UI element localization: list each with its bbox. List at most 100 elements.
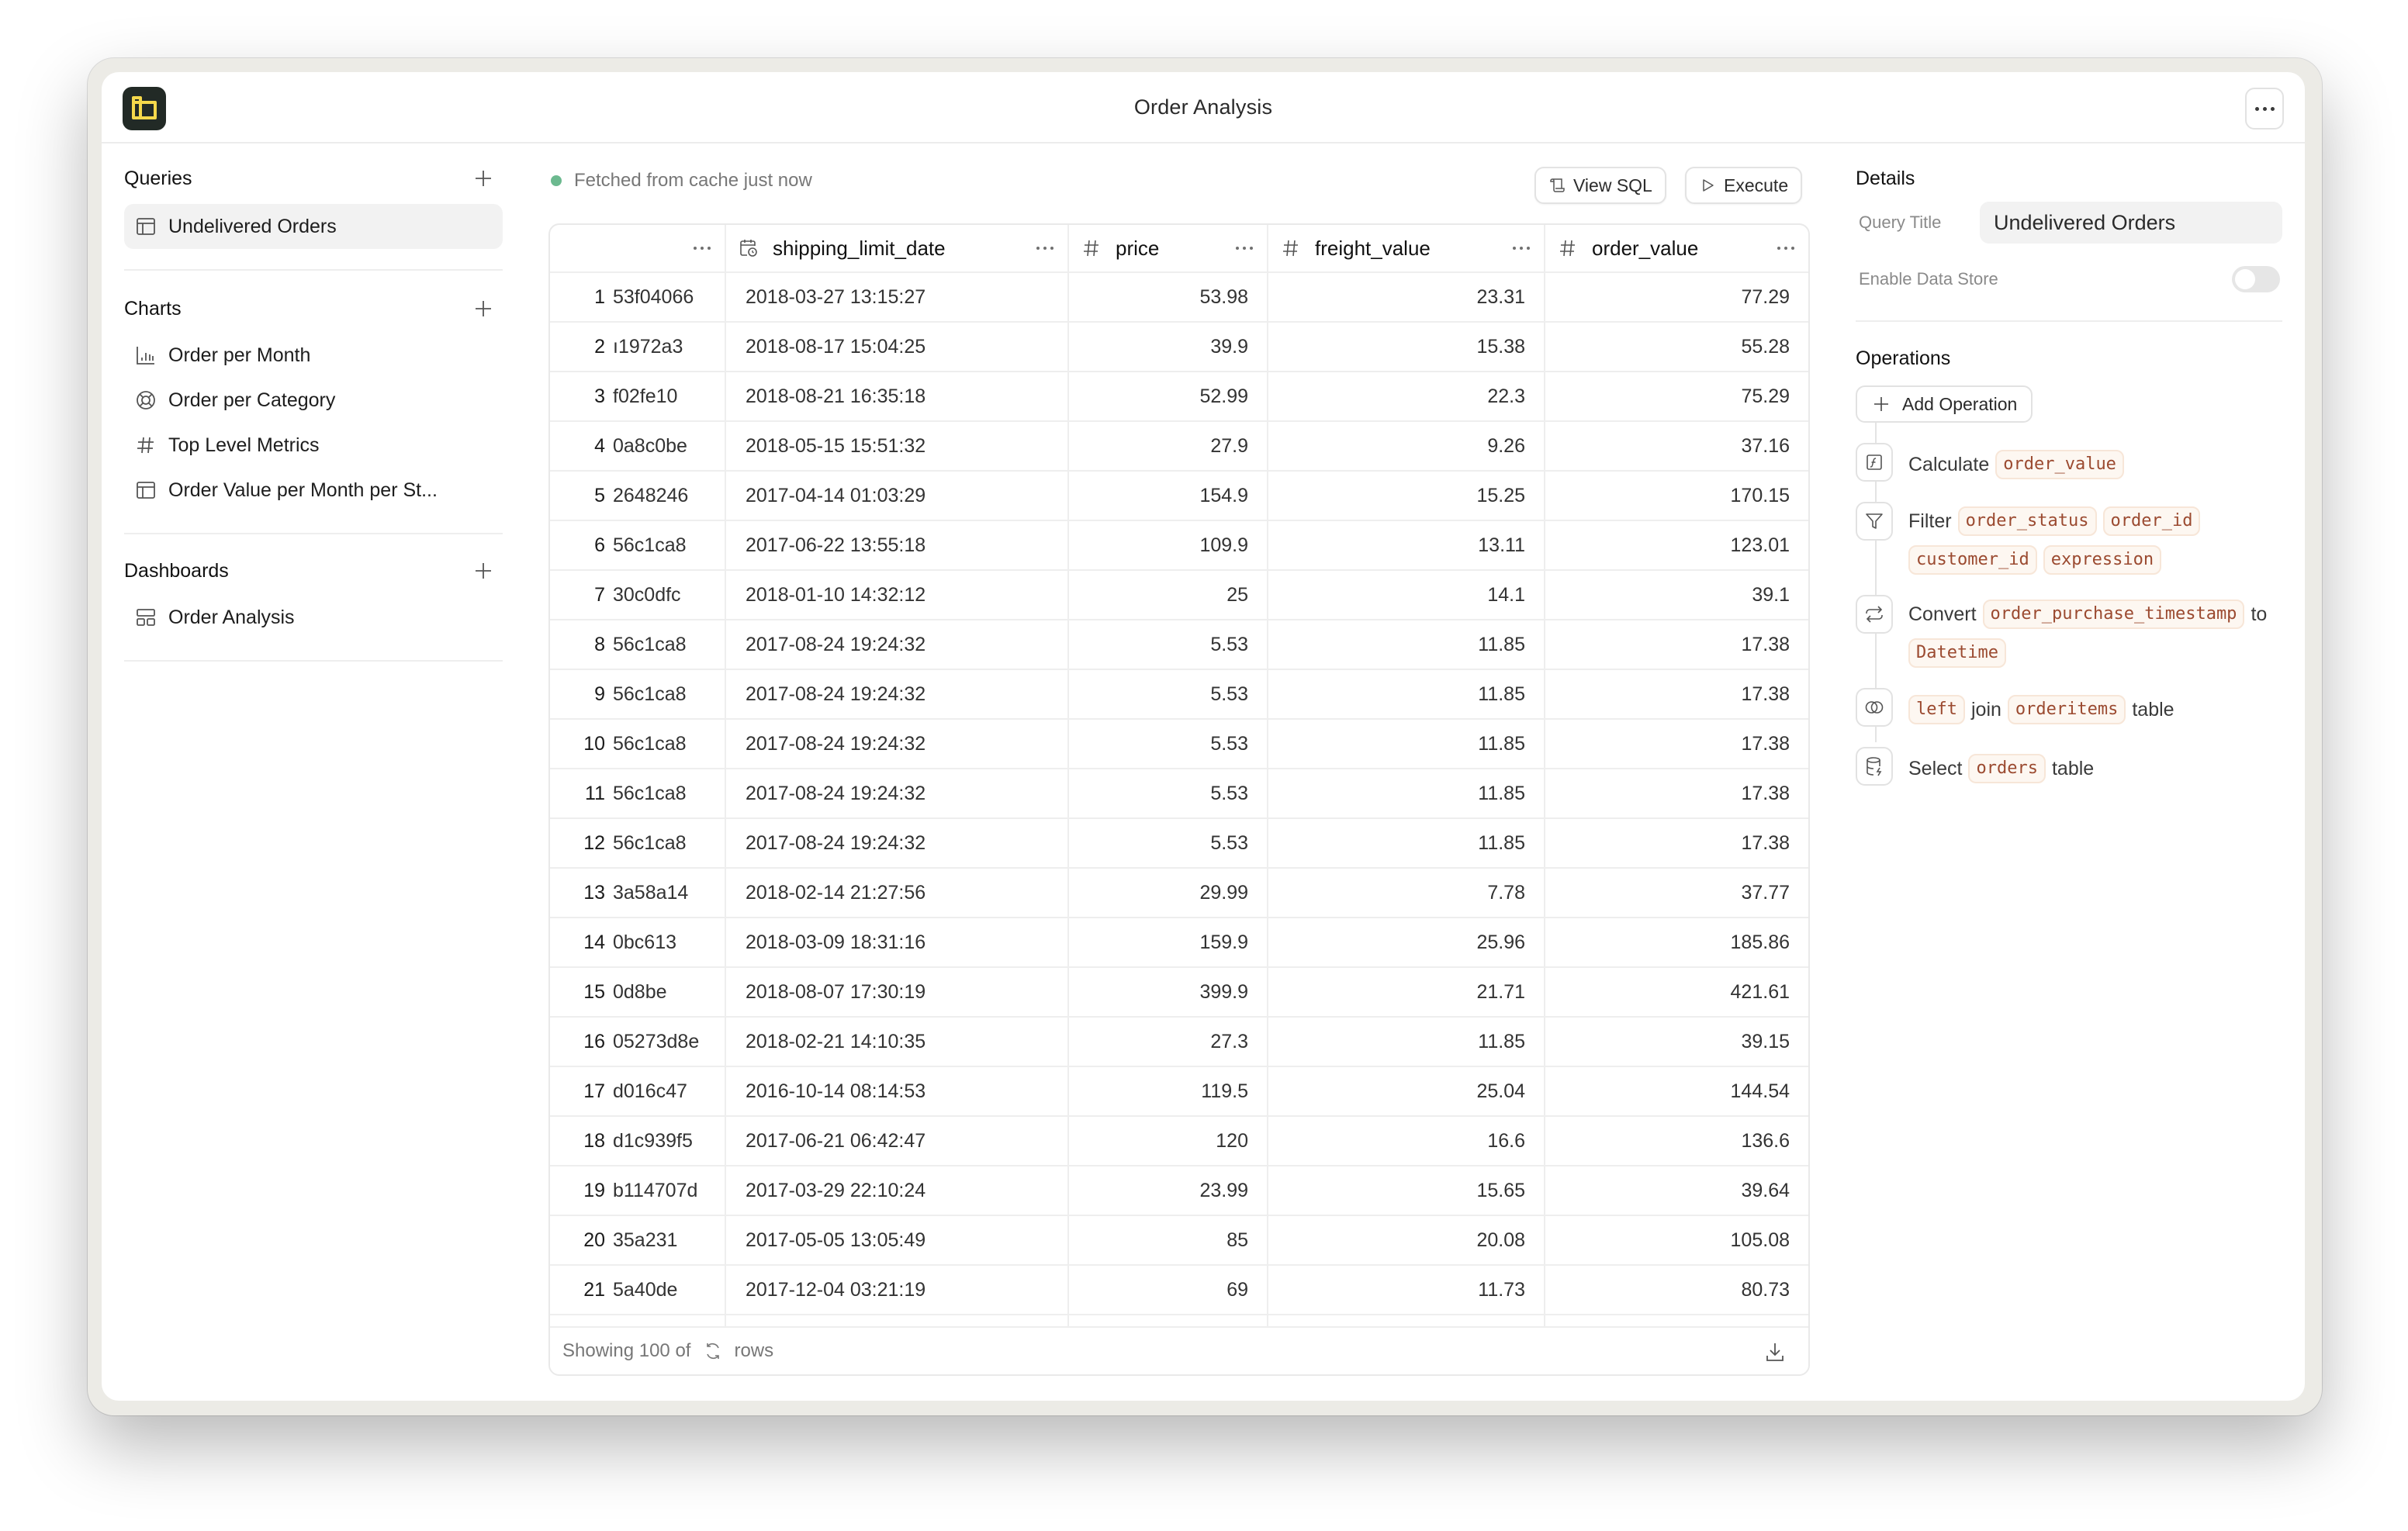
- cell-price[interactable]: 23.99: [1069, 1166, 1268, 1215]
- add-chart-button[interactable]: [470, 295, 496, 322]
- operation-chip[interactable]: orders: [1968, 754, 2046, 783]
- operation-chip[interactable]: Datetime: [1908, 638, 2006, 668]
- row-number[interactable]: 9: [550, 670, 613, 718]
- cell-freight-value[interactable]: 15.65: [1268, 1166, 1545, 1215]
- operation-chip[interactable]: left: [1908, 695, 1965, 724]
- cell-order-value[interactable]: 77.29: [1545, 273, 1808, 321]
- sidebar-item-order-per-category[interactable]: Order per Category: [124, 378, 503, 423]
- row-number[interactable]: 18: [550, 1117, 613, 1165]
- row-number[interactable]: 17: [550, 1067, 613, 1115]
- cell-price[interactable]: 5.53: [1069, 819, 1268, 867]
- cell-shipping-limit-date[interactable]: 2017-08-24 19:24:32: [726, 670, 1069, 718]
- row-number[interactable]: 11: [550, 769, 613, 817]
- sidebar-item-undelivered-orders[interactable]: Undelivered Orders: [124, 204, 503, 249]
- cell-shipping-limit-date[interactable]: 2018-02-14 21:27:56: [726, 869, 1069, 917]
- cell-order-value[interactable]: 75.29: [1545, 372, 1808, 420]
- cell-price[interactable]: 52.99: [1069, 372, 1268, 420]
- column-header-freight-value[interactable]: freight_value: [1268, 225, 1545, 271]
- row-number[interactable]: 21: [550, 1266, 613, 1314]
- cell-freight-value[interactable]: 11.73: [1268, 1266, 1545, 1314]
- cell-order-value[interactable]: 80.73: [1545, 1266, 1808, 1314]
- cell-freight-value[interactable]: 16.6: [1268, 1117, 1545, 1165]
- cell-price[interactable]: 29.99: [1069, 869, 1268, 917]
- row-number[interactable]: 8: [550, 620, 613, 669]
- cell-id[interactable]: 0bc613: [613, 918, 726, 966]
- cell-id[interactable]: b114707d: [613, 1166, 726, 1215]
- table-row[interactable]: 16 05273d8e 2018-02-21 14:10:35 27.3 11.85 39…: [550, 1018, 1808, 1067]
- column-menu-icon[interactable]: [1777, 225, 1794, 271]
- cell-freight-value[interactable]: 22.3: [1268, 372, 1545, 420]
- cell-shipping-limit-date[interactable]: 2018-08-17 15:04:25: [726, 323, 1069, 371]
- cell-freight-value[interactable]: 7.78: [1268, 869, 1545, 917]
- cell-shipping-limit-date[interactable]: 2017-08-24 19:24:32: [726, 620, 1069, 669]
- query-title-input[interactable]: [1980, 202, 2282, 244]
- cell-freight-value[interactable]: 11.85: [1268, 620, 1545, 669]
- cell-shipping-limit-date[interactable]: 2018-05-15 15:51:32: [726, 422, 1069, 470]
- column-menu-icon[interactable]: [1036, 225, 1054, 271]
- table-row[interactable]: 20 35a231 2017-05-05 13:05:49 85 20.08 105.08: [550, 1216, 1808, 1266]
- operation-chip[interactable]: order_purchase_timestamp: [1982, 600, 2245, 629]
- cell-freight-value[interactable]: 20.08: [1268, 1216, 1545, 1264]
- table-row[interactable]: 9 56c1ca8 2017-08-24 19:24:32 5.53 11.85 17.3…: [550, 670, 1808, 720]
- table-row[interactable]: 18 d1c939f5 2017-06-21 06:42:47 120 16.6 136.…: [550, 1117, 1808, 1166]
- cell-order-value[interactable]: 55.28: [1545, 323, 1808, 371]
- cell-price[interactable]: 5.53: [1069, 720, 1268, 768]
- cell-price[interactable]: 154.9: [1069, 472, 1268, 520]
- table-row[interactable]: 6 56c1ca8 2017-06-22 13:55:18 109.9 13.11 123…: [550, 521, 1808, 571]
- cell-shipping-limit-date[interactable]: 2017-05-05 13:05:49: [726, 1216, 1069, 1264]
- cell-price[interactable]: 399.9: [1069, 968, 1268, 1016]
- cell-freight-value[interactable]: 23.31: [1268, 273, 1545, 321]
- cell-id[interactable]: 56c1ca8: [613, 769, 726, 817]
- cell-price[interactable]: 25: [1069, 571, 1268, 619]
- cell-freight-value[interactable]: 11.85: [1268, 769, 1545, 817]
- cell-order-value[interactable]: 17.38: [1545, 670, 1808, 718]
- cell-id[interactable]: 56c1ca8: [613, 620, 726, 669]
- cell-order-value[interactable]: 17.38: [1545, 620, 1808, 669]
- table-row[interactable]: 2 ı1972a3 2018-08-17 15:04:25 39.9 15.38 55.2…: [550, 323, 1808, 372]
- cell-freight-value[interactable]: 25.96: [1268, 918, 1545, 966]
- cell-shipping-limit-date[interactable]: 2018-08-21 16:35:18: [726, 372, 1069, 420]
- table-row[interactable]: 19 b114707d 2017-03-29 22:10:24 23.99 15.65 3…: [550, 1166, 1808, 1216]
- cell-price[interactable]: 119.5: [1069, 1067, 1268, 1115]
- cell-order-value[interactable]: 37.16: [1545, 422, 1808, 470]
- cell-shipping-limit-date[interactable]: 2017-06-22 13:55:18: [726, 521, 1069, 569]
- operation-chip[interactable]: order_value: [1995, 450, 2124, 479]
- cell-price[interactable]: 69: [1069, 1266, 1268, 1314]
- row-number[interactable]: 14: [550, 918, 613, 966]
- sidebar-item-order-value-per-month[interactable]: Order Value per Month per St...: [124, 468, 503, 513]
- column-header-shipping-limit-date[interactable]: shipping_limit_date: [726, 225, 1069, 271]
- row-number[interactable]: 5: [550, 472, 613, 520]
- cell-order-value[interactable]: 37.77: [1545, 869, 1808, 917]
- add-dashboard-button[interactable]: [470, 558, 496, 584]
- cell-price[interactable]: 5.53: [1069, 620, 1268, 669]
- cell-shipping-limit-date[interactable]: 2018-02-21 14:10:35: [726, 1018, 1069, 1066]
- cell-shipping-limit-date[interactable]: 2017-12-04 03:21:19: [726, 1266, 1069, 1314]
- cell-freight-value[interactable]: 9.26: [1268, 422, 1545, 470]
- sidebar-item-order-analysis[interactable]: Order Analysis: [124, 595, 503, 640]
- cell-shipping-limit-date[interactable]: 2017-08-24 19:24:32: [726, 819, 1069, 867]
- row-number[interactable]: 3: [550, 372, 613, 420]
- table-row[interactable]: 4 0a8c0be 2018-05-15 15:51:32 27.9 9.26 37.16: [550, 422, 1808, 472]
- operation-chip[interactable]: customer_id: [1908, 545, 2037, 575]
- operation-chip[interactable]: expression: [2043, 545, 2162, 575]
- column-header-price[interactable]: price: [1069, 225, 1268, 271]
- row-number[interactable]: 4: [550, 422, 613, 470]
- cell-freight-value[interactable]: 15.25: [1268, 472, 1545, 520]
- row-number[interactable]: 2: [550, 323, 613, 371]
- table-row[interactable]: 14 0bc613 2018-03-09 18:31:16 159.9 25.96 185…: [550, 918, 1808, 968]
- cell-id[interactable]: 2648246: [613, 472, 726, 520]
- column-menu-icon[interactable]: [1236, 225, 1253, 271]
- cell-id[interactable]: 0d8be: [613, 968, 726, 1016]
- sidebar-item-top-level-metrics[interactable]: Top Level Metrics: [124, 423, 503, 468]
- cell-freight-value[interactable]: 11.85: [1268, 819, 1545, 867]
- cell-price[interactable]: 159.9: [1069, 918, 1268, 966]
- table-row[interactable]: 11 56c1ca8 2017-08-24 19:24:32 5.53 11.85 17.…: [550, 769, 1808, 819]
- sidebar-item-order-per-month[interactable]: Order per Month: [124, 333, 503, 378]
- cell-order-value[interactable]: 421.61: [1545, 968, 1808, 1016]
- table-row[interactable]: 13 3a58a14 2018-02-14 21:27:56 29.99 7.78 37.…: [550, 869, 1808, 918]
- row-number[interactable]: 1: [550, 273, 613, 321]
- row-number[interactable]: 20: [550, 1216, 613, 1264]
- column-menu-icon[interactable]: [694, 247, 711, 250]
- cell-id[interactable]: 56c1ca8: [613, 720, 726, 768]
- cell-price[interactable]: 53.98: [1069, 273, 1268, 321]
